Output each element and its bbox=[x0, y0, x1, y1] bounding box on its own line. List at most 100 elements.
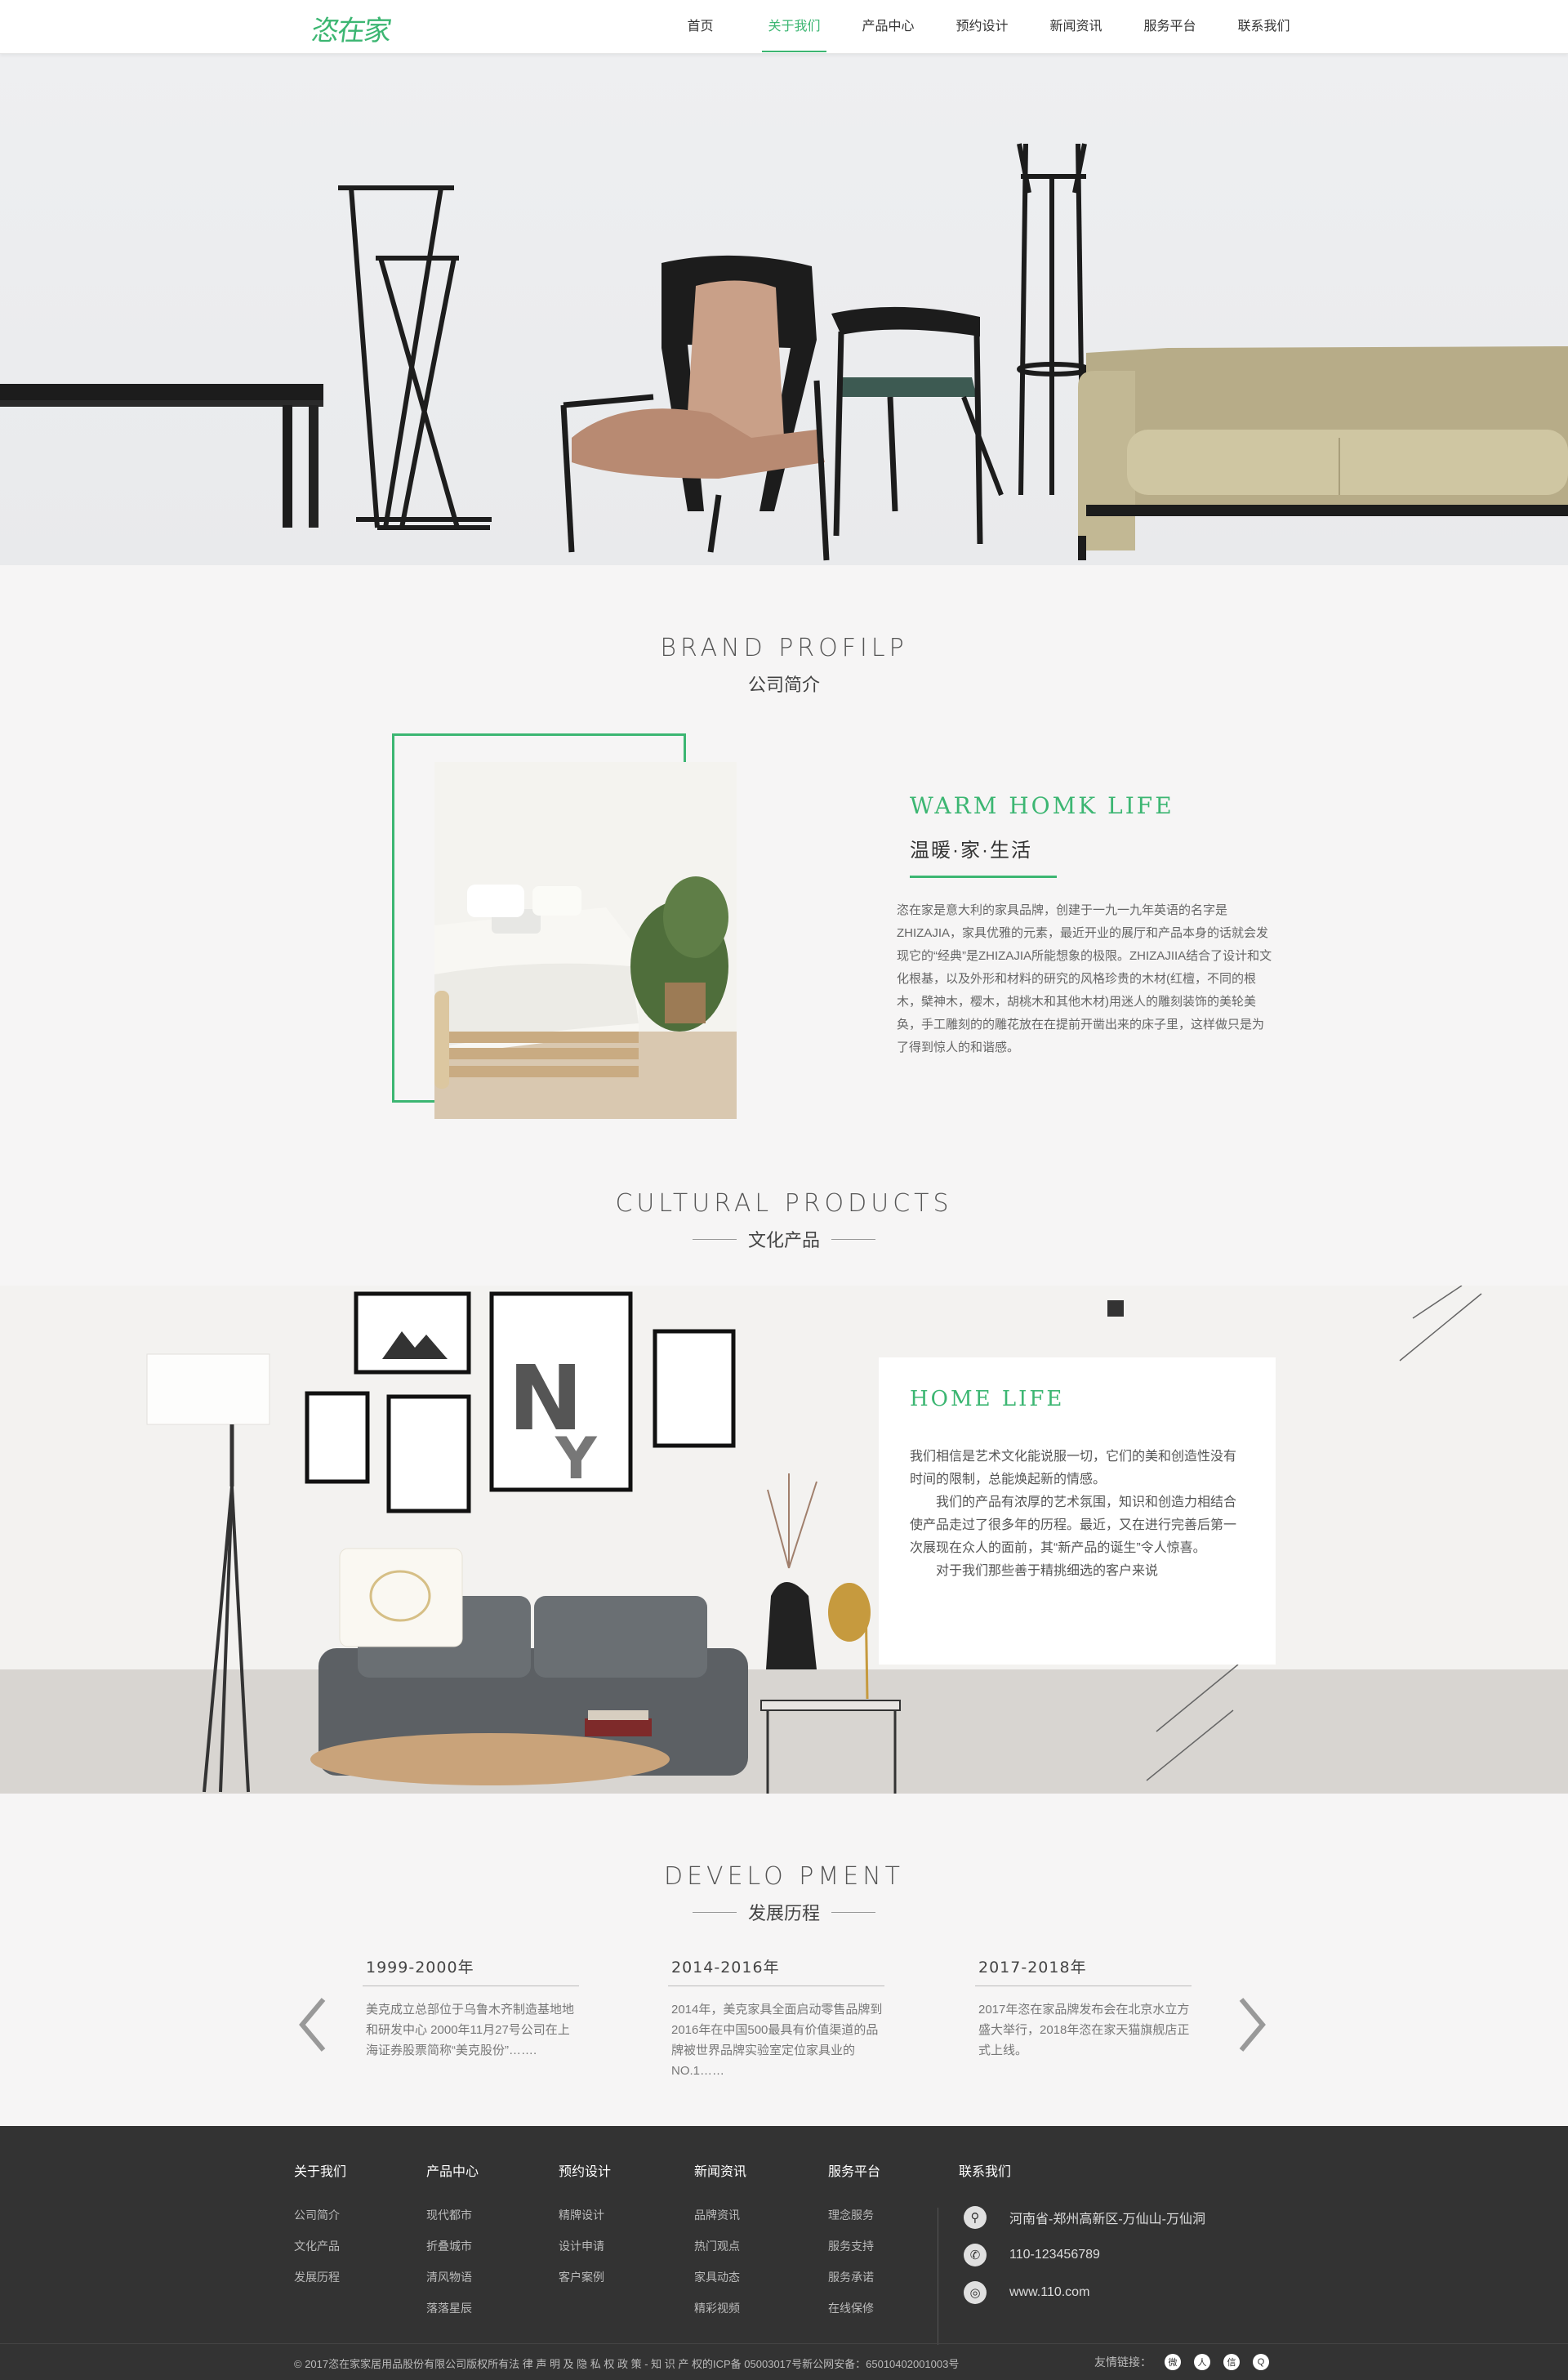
contact-address: ⚲ 河南省-郑州高新区-万仙山-万仙洞 bbox=[964, 2206, 1205, 2229]
footer-link[interactable]: 清风物语 bbox=[426, 2270, 479, 2284]
development-title-cn-text: 发展历程 bbox=[747, 1903, 820, 1923]
main-nav: 首页 关于我们 产品中心 预约设计 新闻资讯 服务平台 联系我们 bbox=[653, 0, 1311, 54]
coat-stand-image bbox=[1017, 143, 1090, 496]
nav-service[interactable]: 服务平台 bbox=[1123, 0, 1217, 54]
footer-link[interactable]: 家具动态 bbox=[694, 2270, 746, 2284]
footer-link[interactable]: 服务承诺 bbox=[828, 2270, 880, 2284]
brand-title-cn: 公司简介 bbox=[748, 671, 820, 697]
bench-image bbox=[0, 384, 323, 528]
hero-furniture-illustration bbox=[0, 143, 1568, 561]
contact-address-text: 河南省-郑州高新区-万仙山-万仙洞 bbox=[1009, 2213, 1205, 2226]
weibo-icon[interactable]: 微 bbox=[1165, 2354, 1181, 2370]
brand-title-en: BRAND PROFILP bbox=[660, 634, 908, 662]
footer-heading: 服务平台 bbox=[828, 2165, 881, 2179]
cultural-section-title: CULTURAL PRODUCTS 文化产品 bbox=[0, 1189, 1568, 1252]
qq-icon[interactable]: Q bbox=[1253, 2354, 1269, 2370]
footer-heading: 新闻资讯 bbox=[694, 2165, 747, 2179]
valet-stand-image bbox=[338, 185, 492, 530]
footer-link[interactable]: 精彩视频 bbox=[694, 2301, 746, 2315]
prev-arrow-icon[interactable] bbox=[297, 1996, 330, 2053]
timeline-text: 美克成立总部位于乌鲁木齐制造基地地和研发中心 2000年11月27号公司在上海证… bbox=[366, 2003, 575, 2057]
footer-heading: 产品中心 bbox=[426, 2165, 479, 2179]
footer-bottom-bar: © 2017恣在家家居用品股份有限公司版权所有法 律 声 明 及 隐 私 权 政… bbox=[0, 2343, 1568, 2380]
development-title-cn: 发展历程 bbox=[692, 1899, 875, 1925]
timeline-item: 1999-2000年 美克成立总部位于乌鲁木齐制造基地地和研发中心 2000年1… bbox=[363, 1955, 579, 2061]
home-life-paragraph-3: 对于我们那些善于精挑细选的客户来说 bbox=[910, 1564, 1159, 1578]
footer-column-news: 新闻资讯 品牌资讯 热门观点 家具动态 精彩视频 bbox=[694, 2160, 746, 2332]
footer-link[interactable]: 文化产品 bbox=[294, 2239, 346, 2253]
timeline-year: 2014-2016年 bbox=[671, 1959, 780, 1977]
timeline-item: 2017-2018年 2017年恣在家品牌发布会在北京水立方盛大举行，2018年… bbox=[975, 1955, 1192, 2061]
footer-heading: 关于我们 bbox=[294, 2165, 347, 2179]
contact-web: ◎ www.110.com bbox=[964, 2281, 1089, 2304]
nav-about[interactable]: 关于我们 bbox=[747, 0, 841, 54]
footer-column-products: 产品中心 现代都市 折叠城市 清风物语 落落星辰 bbox=[426, 2160, 479, 2332]
sofa-image bbox=[1078, 346, 1568, 560]
armchair-image bbox=[560, 255, 830, 561]
footer-link[interactable]: 品牌资讯 bbox=[694, 2208, 746, 2222]
timeline-text: 2017年恣在家品牌发布会在北京水立方盛大举行，2018年恣在家天猫旗舰店正式上… bbox=[978, 2003, 1190, 2057]
contact-phone: ✆ 110-123456789 bbox=[964, 2244, 1100, 2266]
timeline-year: 2017-2018年 bbox=[978, 1959, 1087, 1977]
cultural-title-cn-text: 文化产品 bbox=[747, 1230, 820, 1250]
site-footer: 关于我们 公司简介 文化产品 发展历程 产品中心 现代都市 折叠城市 清风物语 … bbox=[0, 2126, 1568, 2380]
footer-link[interactable]: 现代都市 bbox=[426, 2208, 479, 2222]
wechat-icon[interactable]: 信 bbox=[1223, 2354, 1240, 2370]
footer-column-contact: 联系我们 bbox=[959, 2160, 1011, 2208]
nav-news[interactable]: 新闻资讯 bbox=[1029, 0, 1123, 54]
brand-logo[interactable]: 恣在家 bbox=[310, 8, 394, 48]
brand-title-cn-text: 公司简介 bbox=[747, 675, 820, 695]
living-room-illustration: N Y bbox=[0, 1286, 1568, 1794]
site-header: 恣在家 首页 关于我们 产品中心 预约设计 新闻资讯 服务平台 联系我们 bbox=[0, 0, 1568, 54]
footer-column-design: 预约设计 精牌设计 设计申请 客户案例 bbox=[559, 2160, 611, 2301]
footer-link[interactable]: 落落星辰 bbox=[426, 2301, 479, 2315]
title-line-left bbox=[692, 1911, 737, 1913]
contact-phone-text: 110-123456789 bbox=[1009, 2248, 1100, 2262]
home-life-paragraph-2: 我们的产品有浓厚的艺术氛围，知识和创造力相结合使产品走过了很多年的历程。最近，又… bbox=[910, 1495, 1237, 1555]
footer-link[interactable]: 精牌设计 bbox=[559, 2208, 611, 2222]
cultural-banner: N Y bbox=[0, 1286, 1568, 1794]
renren-icon[interactable]: 人 bbox=[1194, 2354, 1210, 2370]
nav-products[interactable]: 产品中心 bbox=[841, 0, 935, 54]
contact-web-text[interactable]: www.110.com bbox=[1009, 2285, 1089, 2300]
phone-icon: ✆ bbox=[964, 2244, 987, 2266]
footer-heading: 联系我们 bbox=[959, 2165, 1012, 2179]
footer-link[interactable]: 发展历程 bbox=[294, 2270, 346, 2284]
bedroom-photo bbox=[434, 762, 737, 1119]
hero-banner bbox=[0, 54, 1568, 565]
title-line-right bbox=[831, 1911, 875, 1913]
nav-design[interactable]: 预约设计 bbox=[935, 0, 1029, 54]
brand-heading-cn: 温暖·家·生活 bbox=[910, 840, 1032, 862]
footer-link[interactable]: 服务支持 bbox=[828, 2239, 880, 2253]
copyright-text: © 2017恣在家家居用品股份有限公司版权所有法 律 声 明 及 隐 私 权 政… bbox=[294, 2358, 960, 2370]
green-divider bbox=[910, 876, 1057, 878]
title-line-right bbox=[831, 1238, 875, 1240]
title-line-left bbox=[692, 1238, 737, 1240]
footer-link[interactable]: 热门观点 bbox=[694, 2239, 746, 2253]
dining-chair-image bbox=[831, 306, 1004, 545]
nav-home[interactable]: 首页 bbox=[653, 0, 747, 54]
nav-contact[interactable]: 联系我们 bbox=[1217, 0, 1311, 54]
next-arrow-icon[interactable] bbox=[1235, 1996, 1267, 2053]
brand-heading-en: WARM HOMK LIFE bbox=[910, 792, 1174, 819]
footer-link[interactable]: 理念服务 bbox=[828, 2208, 880, 2222]
home-life-paragraph-1: 我们相信是艺术文化能说服一切，它们的美和创造性没有时间的限制，总能焕起新的情感。 bbox=[910, 1450, 1237, 1486]
footer-link[interactable]: 折叠城市 bbox=[426, 2239, 479, 2253]
brand-description: 恣在家是意大利的家具品牌，创建于一九一九年英语的名字是ZHIZAJIA，家具优雅… bbox=[897, 903, 1272, 1054]
home-life-heading: HOME LIFE bbox=[910, 1387, 1065, 1411]
footer-link[interactable]: 设计申请 bbox=[559, 2239, 611, 2253]
footer-column-service: 服务平台 理念服务 服务支持 服务承诺 在线保修 bbox=[828, 2160, 880, 2332]
footer-link[interactable]: 公司简介 bbox=[294, 2208, 346, 2222]
brand-profile-text: WARM HOMK LIFE 温暖·家·生活 恣在家是意大利的家具品牌，创建于一… bbox=[897, 792, 1272, 1059]
location-icon: ⚲ bbox=[964, 2206, 987, 2229]
development-title-en: DEVELO PMENT bbox=[663, 1862, 905, 1891]
timeline-year: 1999-2000年 bbox=[366, 1959, 474, 1977]
cultural-title-cn: 文化产品 bbox=[692, 1226, 875, 1252]
square-decoration bbox=[1107, 1300, 1124, 1317]
brand-section-title: BRAND PROFILP 公司简介 bbox=[0, 634, 1568, 697]
footer-link[interactable]: 客户案例 bbox=[559, 2270, 611, 2284]
footer-heading: 预约设计 bbox=[559, 2165, 612, 2179]
footer-link[interactable]: 在线保修 bbox=[828, 2301, 880, 2315]
development-section-title: DEVELO PMENT 发展历程 bbox=[0, 1862, 1568, 1925]
timeline-item: 2014-2016年 2014年，美克家具全面启动零售品牌到2016年在中国50… bbox=[668, 1955, 884, 2081]
